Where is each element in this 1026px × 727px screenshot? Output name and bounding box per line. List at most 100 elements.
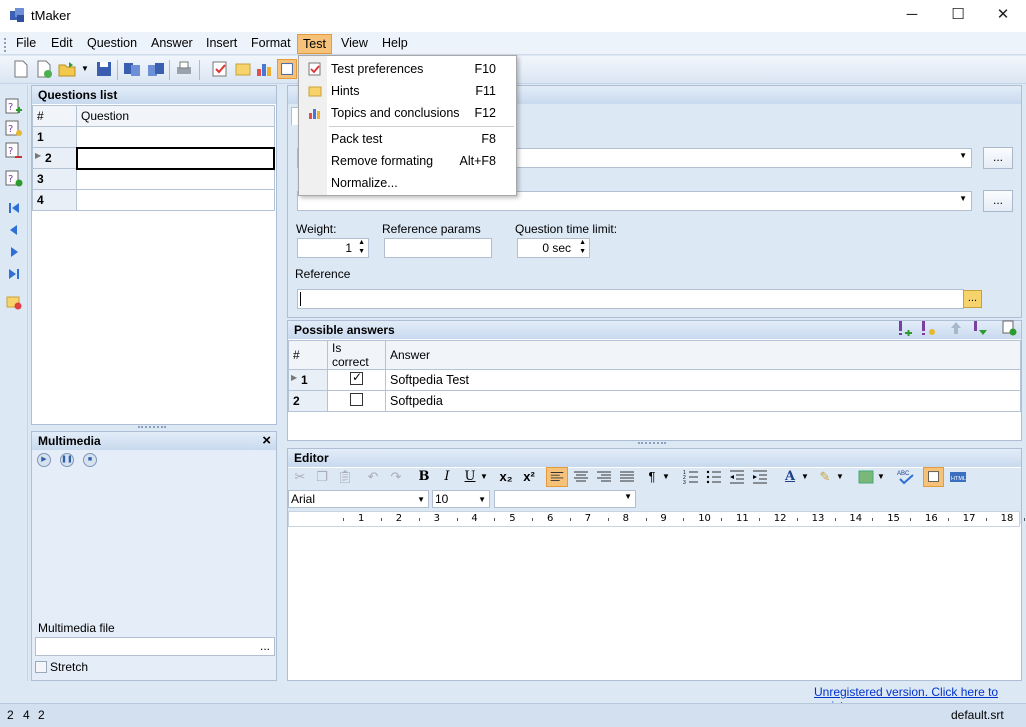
underline-dropdown-icon[interactable]: ▼ (480, 472, 488, 481)
superscript-icon[interactable]: x² (519, 467, 539, 487)
last-question-icon[interactable] (5, 265, 23, 283)
multimedia-close-icon[interactable]: × (262, 432, 271, 450)
answers-table[interactable]: # Is correct Answer ▶1 Softpedia Test 2 … (288, 340, 1021, 412)
paste-icon[interactable]: 📋︎ (335, 467, 355, 487)
numbered-list-icon[interactable]: 123 (681, 467, 701, 487)
edit-answer-icon[interactable] (920, 320, 936, 336)
copy-icon[interactable]: ❐ (312, 467, 332, 487)
html-view-icon[interactable]: HTML (948, 467, 968, 487)
next-question-icon[interactable] (5, 243, 23, 261)
align-center-icon[interactable] (571, 467, 591, 487)
play-icon[interactable]: ▶ (37, 453, 51, 467)
menu-help[interactable]: Help (377, 34, 413, 54)
print-icon[interactable] (174, 59, 194, 79)
question-cell[interactable] (76, 189, 275, 211)
editor-ruler[interactable]: 12345678910111213141516171819 (288, 511, 1025, 527)
time-limit-spinner[interactable]: 0 sec ▲ ▼ (517, 238, 590, 258)
multimedia-file-input[interactable]: ... (35, 637, 275, 656)
answer-cell[interactable]: Softpedia (385, 390, 1021, 412)
bullet-list-icon[interactable] (704, 467, 724, 487)
splitter-grip[interactable] (138, 426, 166, 429)
delete-question-icon[interactable]: ? (5, 142, 23, 160)
import-question-icon[interactable]: ? (5, 170, 23, 188)
hints-icon[interactable] (233, 59, 253, 79)
first-question-icon[interactable] (5, 199, 23, 217)
table-row[interactable]: ▶ 2 (32, 146, 275, 170)
font-size-select[interactable]: 10 ▼ (432, 490, 490, 508)
table-row[interactable]: 1 (32, 126, 275, 148)
clear-list-icon[interactable] (5, 293, 23, 311)
menu-item-remove-formating[interactable]: Remove formating Alt+F8 (299, 150, 516, 172)
stretch-checkbox[interactable] (35, 661, 47, 673)
add-answer-icon[interactable] (897, 320, 913, 336)
new-from-template-icon[interactable] (34, 59, 54, 79)
question-cell[interactable] (76, 126, 275, 148)
edit-question-icon[interactable]: ? (5, 120, 23, 138)
decrease-indent-icon[interactable] (727, 467, 747, 487)
question-cell[interactable] (76, 168, 275, 190)
reference-browse-button[interactable]: ... (963, 290, 982, 308)
save-icon[interactable] (94, 59, 114, 79)
justify-icon[interactable] (617, 467, 637, 487)
reference-params-input[interactable] (384, 238, 492, 258)
subscript-icon[interactable]: x₂ (496, 467, 516, 487)
table-row[interactable]: 4 (32, 189, 275, 211)
paragraph-style-select[interactable]: ▼ (494, 490, 636, 508)
menu-item-topics-and-conclusions[interactable]: Topics and conclusions F12 (299, 102, 516, 124)
menu-file[interactable]: File (11, 34, 41, 54)
align-right-icon[interactable] (594, 467, 614, 487)
col-header-is-correct[interactable]: Is correct (327, 340, 386, 370)
topics-chart-icon[interactable] (254, 59, 274, 79)
bold-icon[interactable]: B (414, 467, 434, 487)
font-color-dropdown-icon[interactable]: ▼ (801, 472, 809, 481)
minimize-button[interactable]: ─ (889, 0, 935, 32)
menu-item-hints[interactable]: Hints F11 (299, 80, 516, 102)
design-view-icon[interactable] (923, 467, 944, 487)
splitter-grip[interactable] (638, 442, 666, 445)
col-header-number[interactable]: # (32, 105, 77, 127)
underline-icon[interactable]: U (460, 467, 480, 487)
insert-picture-icon[interactable] (856, 467, 876, 487)
question-cell-selected[interactable] (75, 146, 275, 170)
table-row[interactable]: 3 (32, 168, 275, 190)
question-preview-icon[interactable] (277, 59, 297, 79)
highlight-icon[interactable]: ✎ (815, 467, 835, 487)
table-row[interactable]: ▶1 Softpedia Test (288, 369, 1021, 391)
add-question-icon[interactable]: ? (5, 98, 23, 116)
highlight-dropdown-icon[interactable]: ▼ (836, 472, 844, 481)
open-folder-icon[interactable] (57, 59, 77, 79)
menu-item-pack-test[interactable]: Pack test F8 (299, 128, 516, 150)
menu-edit[interactable]: Edit (46, 34, 78, 54)
close-button[interactable]: ✕ (980, 0, 1026, 32)
menu-item-test-preferences[interactable]: Test preferences F10 (299, 58, 516, 80)
undo-icon[interactable]: ↶ (363, 467, 383, 487)
import-answers-icon[interactable] (1001, 320, 1017, 336)
font-family-select[interactable]: Arial ▼ (288, 490, 429, 508)
move-answer-up-icon[interactable] (948, 320, 964, 336)
menu-format[interactable]: Format (246, 34, 296, 54)
paragraph-direction-icon[interactable]: ¶ (642, 467, 662, 487)
export-icon[interactable] (146, 59, 166, 79)
font-color-icon[interactable]: A (780, 467, 800, 487)
italic-icon[interactable]: I (437, 467, 457, 487)
is-correct-cell[interactable] (327, 369, 386, 391)
questions-table[interactable]: # Question 1 ▶ 2 3 4 (32, 105, 275, 211)
col-header-number[interactable]: # (288, 340, 328, 370)
cut-icon[interactable]: ✂ (290, 467, 310, 487)
answer-cell[interactable]: Softpedia Test (385, 369, 1021, 391)
table-row[interactable]: 2 Softpedia (288, 390, 1021, 412)
picture-dropdown-icon[interactable]: ▼ (877, 472, 885, 481)
menu-item-normalize[interactable]: Normalize... (299, 172, 516, 194)
menu-insert[interactable]: Insert (201, 34, 242, 54)
paragraph-dropdown-icon[interactable]: ▼ (662, 472, 670, 481)
test-preferences-icon[interactable] (210, 59, 230, 79)
menu-question[interactable]: Question (82, 34, 142, 54)
previous-question-icon[interactable] (5, 221, 23, 239)
spinner-arrows-icon[interactable]: ▲ ▼ (579, 238, 586, 256)
col-header-question[interactable]: Question (76, 105, 275, 127)
import-icon[interactable] (122, 59, 142, 79)
spinner-arrows-icon[interactable]: ▲ ▼ (358, 238, 365, 256)
increase-indent-icon[interactable] (750, 467, 770, 487)
align-left-icon[interactable] (546, 467, 568, 487)
is-correct-checkbox[interactable] (350, 393, 363, 406)
